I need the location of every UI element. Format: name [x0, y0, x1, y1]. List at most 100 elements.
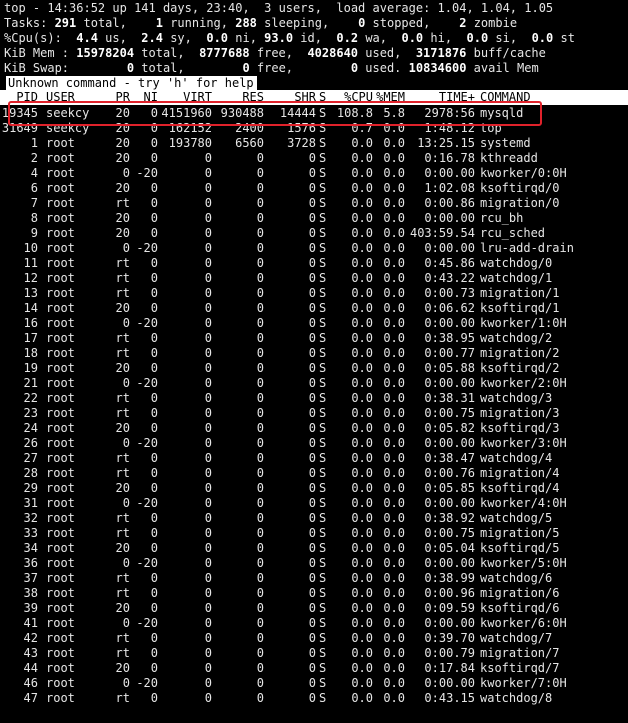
mem-cell: 0.0 [383, 661, 405, 675]
mem-cell: 0.0 [383, 256, 405, 270]
terminal-window[interactable]: top - 14:36:52 up 141 days, 23:40, 3 use… [0, 0, 628, 723]
process-row[interactable]: 29 root 20 0 0 0 0 S 0.0 0.0 0:05.85 ksoftirqd/4 [0, 481, 628, 496]
res-cell: 0 [256, 316, 264, 330]
process-row[interactable]: 14 root 20 0 0 0 0 S 0.0 0.0 0:06.62 ksoftirqd/1 [0, 301, 628, 316]
process-row[interactable]: 37 root rt 0 0 0 0 S 0.0 0.0 0:38.99 watchdog/6 [0, 571, 628, 586]
process-row[interactable]: 34 root 20 0 0 0 0 S 0.0 0.0 0:05.04 ksoftirqd/5 [0, 541, 628, 556]
user-cell: root [46, 436, 75, 450]
pr-cell: 20 [115, 601, 130, 615]
command-cell: watchdog/7 [480, 631, 553, 645]
process-row[interactable]: 36 root 0 -20 0 0 0 S 0.0 0.0 0:00.00 kworker/5:0H [0, 556, 628, 571]
process-row[interactable]: 38 root rt 0 0 0 0 S 0.0 0.0 0:00.96 migration/6 [0, 586, 628, 601]
process-row[interactable]: 11 root rt 0 0 0 0 S 0.0 0.0 0:45.86 watchdog/0 [0, 256, 628, 271]
process-row[interactable]: 22 root rt 0 0 0 0 S 0.0 0.0 0:38.31 watchdog/3 [0, 391, 628, 406]
ni-cell: -20 [136, 166, 158, 180]
process-row[interactable]: 17 root rt 0 0 0 0 S 0.0 0.0 0:38.95 watchdog/2 [0, 331, 628, 346]
process-row[interactable]: 33 root rt 0 0 0 0 S 0.0 0.0 0:00.75 migration/5 [0, 526, 628, 541]
state-cell: S [319, 136, 327, 150]
user-cell: root [46, 466, 75, 480]
res-cell: 0 [256, 646, 264, 660]
process-row[interactable]: 9 root 20 0 0 0 0 S 0.0 0.0 403:59.54 rcu_sched [0, 226, 628, 241]
cpu-cell: 0.0 [351, 316, 373, 330]
user-cell: root [46, 601, 75, 615]
command-cell: migration/4 [480, 466, 560, 480]
process-row[interactable]: 39 root 20 0 0 0 0 S 0.0 0.0 0:09.59 ksoftirqd/6 [0, 601, 628, 616]
cpu-line: %Cpu(s): 4.4 us, 2.4 sy, 0.0 ni, 93.0 id… [4, 31, 575, 45]
process-row[interactable]: 23 root rt 0 0 0 0 S 0.0 0.0 0:00.75 migration/3 [0, 406, 628, 421]
mem-cell: 0.0 [383, 181, 405, 195]
process-row[interactable]: 6 root 20 0 0 0 0 S 0.0 0.0 1:02.08 ksoftirqd/0 [0, 181, 628, 196]
ni-cell: 0 [150, 691, 158, 705]
cpu-cell: 0.0 [351, 586, 373, 600]
user-cell: root [46, 181, 75, 195]
pid-cell: 47 [23, 691, 38, 705]
process-row[interactable]: 31 root 0 -20 0 0 0 S 0.0 0.0 0:00.00 kworker/4:0H [0, 496, 628, 511]
time-cell: 0:38.47 [424, 451, 475, 465]
pid-cell: 12 [23, 271, 38, 285]
process-row[interactable]: 44 root 20 0 0 0 0 S 0.0 0.0 0:17.84 ksoftirqd/7 [0, 661, 628, 676]
virt-cell: 0 [204, 556, 212, 570]
state-cell: S [319, 196, 327, 210]
command-cell: rcu_sched [480, 226, 546, 240]
pr-cell: 20 [115, 481, 130, 495]
process-row[interactable]: 46 root 0 -20 0 0 0 S 0.0 0.0 0:00.00 kworker/7:0H [0, 676, 628, 691]
shr-cell: 0 [308, 661, 316, 675]
virt-cell: 0 [204, 496, 212, 510]
process-row[interactable]: 27 root rt 0 0 0 0 S 0.0 0.0 0:38.47 watchdog/4 [0, 451, 628, 466]
process-row[interactable]: 4 root 0 -20 0 0 0 S 0.0 0.0 0:00.00 kworker/0:0H [0, 166, 628, 181]
user-cell: root [46, 496, 75, 510]
process-row[interactable]: 43 root rt 0 0 0 0 S 0.0 0.0 0:00.79 migration/7 [0, 646, 628, 661]
user-cell: root [46, 346, 75, 360]
shr-cell: 0 [308, 196, 316, 210]
pid-cell: 9 [30, 226, 38, 240]
process-row[interactable]: 10 root 0 -20 0 0 0 S 0.0 0.0 0:00.00 lru-add-drain [0, 241, 628, 256]
time-cell: 0:00.75 [424, 526, 475, 540]
user-cell: root [46, 196, 75, 210]
pid-cell: 23 [23, 406, 38, 420]
user-cell: root [46, 511, 75, 525]
ni-cell: -20 [136, 556, 158, 570]
process-row[interactable]: 41 root 0 -20 0 0 0 S 0.0 0.0 0:00.00 kworker/6:0H [0, 616, 628, 631]
time-cell: 0:38.31 [424, 391, 475, 405]
command-cell: kthreadd [480, 151, 538, 165]
pid-cell: 27 [23, 451, 38, 465]
process-row[interactable]: 2 root 20 0 0 0 0 S 0.0 0.0 0:16.78 kthreadd [0, 151, 628, 166]
res-cell: 0 [256, 601, 264, 615]
ni-cell: 0 [150, 226, 158, 240]
process-row[interactable]: 19 root 20 0 0 0 0 S 0.0 0.0 0:05.88 ksoftirqd/2 [0, 361, 628, 376]
process-row[interactable]: 28 root rt 0 0 0 0 S 0.0 0.0 0:00.76 migration/4 [0, 466, 628, 481]
cpu-cell: 0.0 [351, 631, 373, 645]
user-cell: root [46, 316, 75, 330]
process-row[interactable]: 26 root 0 -20 0 0 0 S 0.0 0.0 0:00.00 kworker/3:0H [0, 436, 628, 451]
process-row[interactable]: 7 root rt 0 0 0 0 S 0.0 0.0 0:00.86 migration/0 [0, 196, 628, 211]
user-count: 3 [264, 1, 272, 15]
shr-cell: 0 [308, 436, 316, 450]
process-row[interactable]: 16 root 0 -20 0 0 0 S 0.0 0.0 0:00.00 kworker/1:0H [0, 316, 628, 331]
shr-cell: 0 [308, 496, 316, 510]
command-cell: systemd [480, 136, 531, 150]
process-row[interactable]: 42 root rt 0 0 0 0 S 0.0 0.0 0:39.70 watchdog/7 [0, 631, 628, 646]
command-cell: migration/7 [480, 646, 560, 660]
mem-cell: 0.0 [383, 421, 405, 435]
process-row[interactable]: 21 root 0 -20 0 0 0 S 0.0 0.0 0:00.00 kworker/2:0H [0, 376, 628, 391]
process-row[interactable]: 47 root rt 0 0 0 0 S 0.0 0.0 0:43.15 watchdog/8 [0, 691, 628, 706]
time-cell: 0:38.99 [424, 571, 475, 585]
cpu-cell: 0.0 [351, 211, 373, 225]
process-row[interactable]: 13 root rt 0 0 0 0 S 0.0 0.0 0:00.73 migration/1 [0, 286, 628, 301]
process-row[interactable]: 8 root 20 0 0 0 0 S 0.0 0.0 0:00.00 rcu_bh [0, 211, 628, 226]
time-cell: 1:02.08 [424, 181, 475, 195]
shr-cell: 3728 [287, 136, 316, 150]
process-row[interactable]: 12 root rt 0 0 0 0 S 0.0 0.0 0:43.22 watchdog/1 [0, 271, 628, 286]
command-cell: ksoftirqd/7 [480, 661, 560, 675]
cpu-cell: 0.0 [351, 286, 373, 300]
virt-cell: 0 [204, 286, 212, 300]
process-row[interactable]: 32 root rt 0 0 0 0 S 0.0 0.0 0:38.92 watchdog/5 [0, 511, 628, 526]
pr-cell: 0 [122, 166, 130, 180]
load-15min: 1.05 [524, 1, 554, 15]
process-row[interactable]: 1 root 20 0 193780 6560 3728 S 0.0 0.0 13:25.15 sys… [0, 136, 628, 151]
process-row[interactable]: 24 root 20 0 0 0 0 S 0.0 0.0 0:05.82 ksoftirqd/3 [0, 421, 628, 436]
res-cell: 0 [256, 511, 264, 525]
mem-cell: 0.0 [383, 436, 405, 450]
ni-cell: 0 [150, 541, 158, 555]
process-row[interactable]: 18 root rt 0 0 0 0 S 0.0 0.0 0:00.77 migration/2 [0, 346, 628, 361]
